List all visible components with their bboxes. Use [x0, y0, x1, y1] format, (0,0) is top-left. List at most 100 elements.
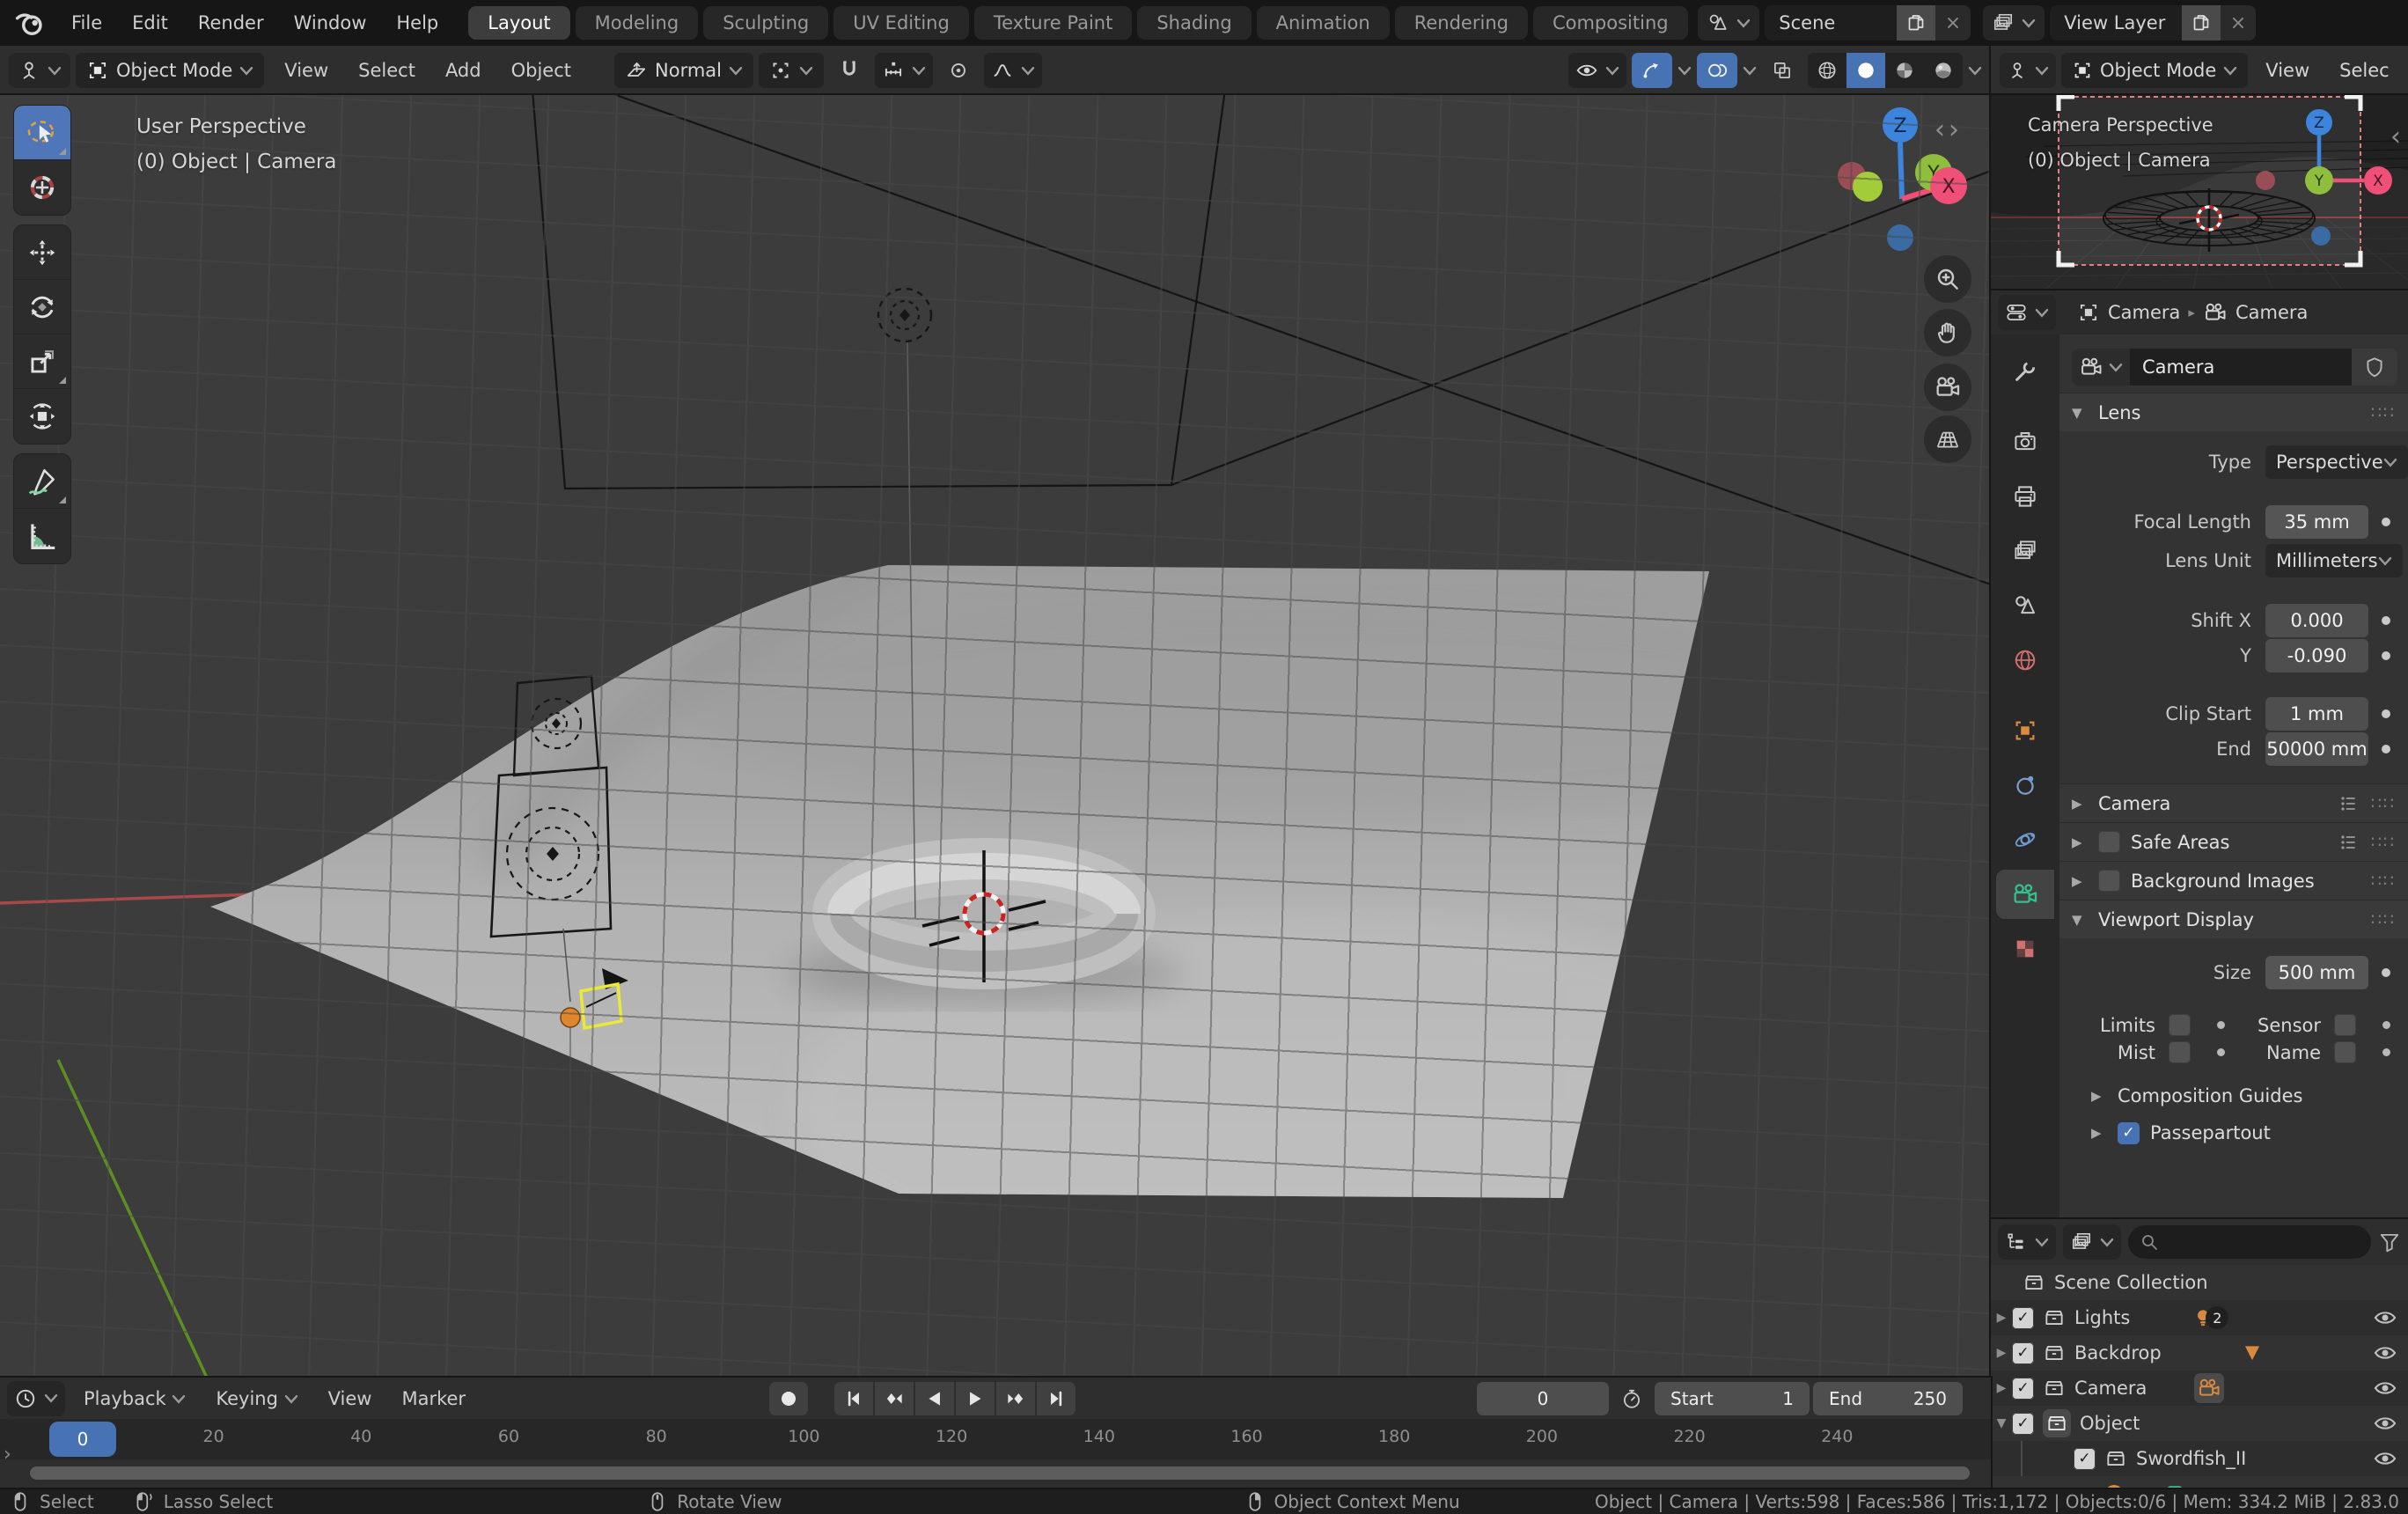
filter-icon[interactable]	[2378, 1231, 2401, 1253]
collapse-arrow[interactable]: ▼	[1991, 1416, 2012, 1430]
transform-orientation-dropdown[interactable]: Normal	[614, 53, 753, 88]
shift-x-field[interactable]: 0.000	[2265, 604, 2368, 637]
object-checkbox[interactable]: ✓	[2012, 1413, 2034, 1435]
timeline-menu-item[interactable]: View	[313, 1388, 387, 1409]
shading-wireframe-button[interactable]	[1808, 53, 1846, 88]
camera-checkbox[interactable]: ✓	[2012, 1378, 2034, 1400]
outliner-row-partial[interactable]	[1991, 1476, 2408, 1489]
previous-keyframe-button[interactable]	[875, 1382, 914, 1415]
viewport-menu-item[interactable]: View	[269, 60, 343, 81]
expand-arrow[interactable]: ▶	[1991, 1346, 2012, 1360]
workspace-tab[interactable]: Rendering	[1395, 6, 1528, 40]
shading-solid-button[interactable]	[1846, 53, 1885, 88]
expand-arrow[interactable]: ▶	[1991, 1311, 2012, 1325]
use-preview-range-button[interactable]	[1612, 1381, 1651, 1416]
move-tool[interactable]	[14, 225, 70, 280]
camera-data-name-field[interactable]: Camera	[2130, 349, 2352, 386]
expand-arrow[interactable]: ▶	[1991, 1381, 2012, 1395]
next-keyframe-button[interactable]	[996, 1382, 1035, 1415]
topbar-menu-item[interactable]: Window	[279, 12, 382, 33]
background-images-panel-header[interactable]: ▶ Background Images ∷∷	[2059, 861, 2408, 900]
safe-areas-panel-header[interactable]: ▶ Safe Areas ∷∷	[2059, 822, 2408, 861]
current-frame-marker[interactable]: 0	[49, 1422, 116, 1457]
tab-view-layer[interactable]	[1996, 526, 2054, 576]
camera-preview-viewport[interactable]: Z Y X Camera Perspective (0) Object | Ca…	[1991, 95, 2408, 290]
snap-settings-dropdown[interactable]	[875, 53, 933, 88]
shading-material-button[interactable]	[1885, 53, 1924, 88]
measure-tool[interactable]	[14, 509, 70, 563]
timeline-editor-type-button[interactable]	[7, 1381, 65, 1416]
workspace-tab[interactable]: Texture Paint	[974, 6, 1133, 40]
timeline-menu-item[interactable]: Playback	[69, 1388, 201, 1409]
play-reverse-button[interactable]	[915, 1382, 954, 1415]
display-size-field[interactable]: 500 mm	[2265, 956, 2368, 989]
safe-areas-checkbox[interactable]	[2098, 831, 2120, 853]
browse-view-layer-button[interactable]	[1983, 5, 2045, 40]
remove-view-layer-button[interactable]	[2221, 5, 2256, 40]
proportional-editing-toggle[interactable]	[938, 53, 979, 88]
workspace-tab[interactable]: Shading	[1137, 6, 1251, 40]
viewport-display-panel-header[interactable]: ▼ Viewport Display ∷∷	[2059, 900, 2408, 938]
animate-dot[interactable]	[2382, 968, 2390, 977]
tab-scene[interactable]	[1996, 581, 2054, 630]
preview-region-toggle-arrow[interactable]: ‹	[2390, 121, 2404, 152]
tab-output[interactable]	[1996, 472, 2054, 521]
focal-length-field[interactable]: 35 mm	[2265, 505, 2368, 539]
main-3d-viewport[interactable]: Z Y X User Perspective (0) Object | Came…	[0, 95, 1991, 1378]
animate-dot[interactable]	[2382, 518, 2390, 526]
workspace-tab[interactable]: Modeling	[576, 6, 699, 40]
workspace-tab[interactable]: Compositing	[1533, 6, 1688, 40]
mist-checkbox[interactable]	[2169, 1041, 2191, 1063]
fake-user-button[interactable]	[2352, 349, 2397, 386]
panel-drag-grip[interactable]: ∷∷	[2371, 403, 2396, 423]
scale-tool[interactable]	[14, 334, 70, 389]
topbar-menu-item[interactable]: File	[56, 12, 117, 33]
timeline-ruler[interactable]: 0 › 20406080100120140160180200220240	[0, 1419, 1991, 1459]
show-overlays-toggle[interactable]	[1697, 53, 1737, 88]
timeline-menu-item[interactable]: Keying	[201, 1388, 312, 1409]
snap-toggle[interactable]	[829, 53, 870, 88]
mode-dropdown[interactable]: Object Mode	[76, 53, 264, 88]
overlays-dropdown[interactable]	[1743, 66, 1757, 76]
timeline-scrollbar[interactable]	[30, 1466, 1970, 1480]
jump-to-end-button[interactable]	[1037, 1382, 1076, 1415]
workspace-tab[interactable]: Sculpting	[703, 6, 828, 40]
annotate-tool[interactable]	[14, 454, 70, 509]
breadcrumb-data[interactable]: Camera	[2235, 302, 2308, 323]
workspace-tab[interactable]: Layout	[468, 6, 569, 40]
browse-scene-button[interactable]	[1698, 5, 1759, 40]
outliner-row-backdrop[interactable]: ▶ ✓ Backdrop	[1991, 1335, 2408, 1371]
proportional-falloff-dropdown[interactable]	[984, 53, 1042, 88]
camera-view-editor-type-button[interactable]	[2000, 53, 2056, 88]
shift-y-field[interactable]: -0.090	[2265, 639, 2368, 672]
region-toggle-arrows[interactable]: ‹›	[1934, 114, 1963, 145]
hide-eye-toggle[interactable]	[2373, 1305, 2397, 1330]
tab-world[interactable]	[1996, 636, 2054, 685]
xray-toggle[interactable]	[1762, 53, 1802, 88]
transform-tool[interactable]	[14, 389, 70, 444]
animate-dot[interactable]	[2217, 1021, 2225, 1029]
clip-start-field[interactable]: 1 mm	[2265, 697, 2368, 731]
animate-dot[interactable]	[2382, 745, 2390, 753]
breadcrumb-object[interactable]: Camera	[2108, 302, 2180, 323]
region-expand-arrow[interactable]: ›	[4, 1444, 11, 1466]
viewport-menu-item[interactable]: Select	[343, 60, 430, 81]
outliner-display-mode-button[interactable]	[2063, 1224, 2121, 1260]
workspace-tab[interactable]: UV Editing	[833, 6, 969, 40]
clip-end-field[interactable]: 50000 mm	[2265, 732, 2368, 766]
topbar-menu-item[interactable]: Render	[183, 12, 279, 33]
outliner-editor-type-button[interactable]	[1998, 1224, 2056, 1260]
pan-view-button[interactable]	[1924, 309, 1971, 356]
sensor-checkbox[interactable]	[2334, 1014, 2356, 1036]
lens-unit-dropdown[interactable]: Millimeters	[2265, 544, 2403, 577]
lens-panel-header[interactable]: ▼ Lens ∷∷	[2059, 393, 2408, 431]
passepartout-checkbox[interactable]: ✓	[2118, 1122, 2140, 1144]
jump-to-start-button[interactable]	[834, 1382, 873, 1415]
auto-keying-button[interactable]	[769, 1382, 808, 1415]
panel-drag-grip[interactable]: ∷∷	[2371, 833, 2396, 852]
show-gizmo-toggle[interactable]	[1632, 53, 1672, 88]
animate-dot[interactable]	[2382, 651, 2390, 660]
camera-view-menu-select[interactable]: Selec	[2327, 60, 2402, 81]
animate-dot[interactable]	[2217, 1048, 2225, 1056]
outliner-row-scene-collection[interactable]: Scene Collection	[1991, 1265, 2408, 1300]
